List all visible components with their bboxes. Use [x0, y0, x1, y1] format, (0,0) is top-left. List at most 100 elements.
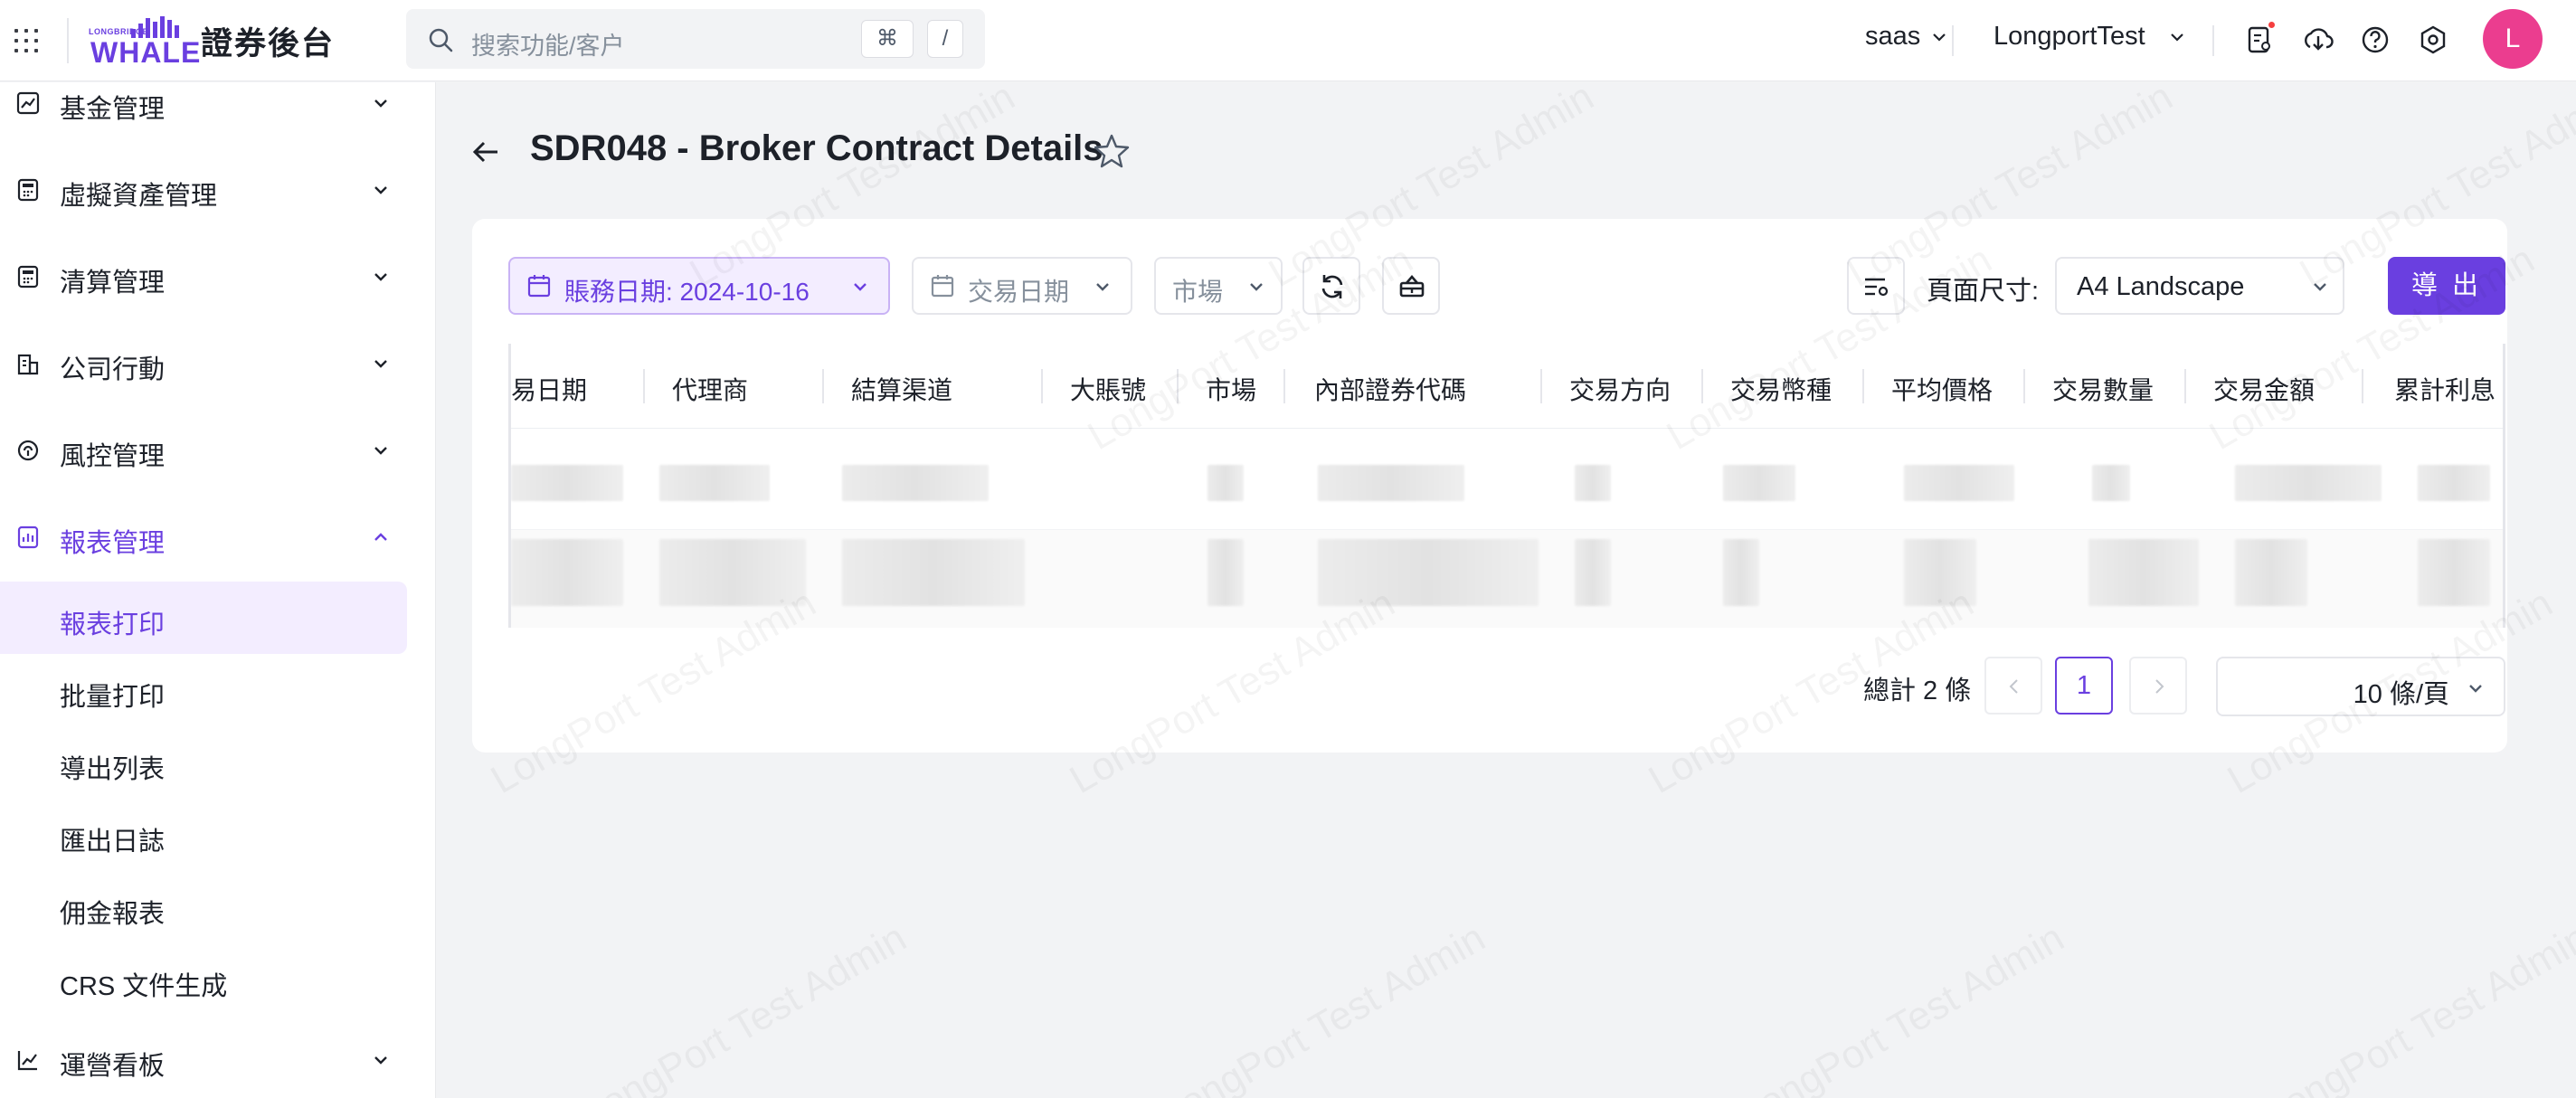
col-settlement-channel[interactable]: 結算渠道	[851, 371, 952, 407]
sidebar-item-operations-dashboard[interactable]: 運營看板	[0, 1027, 436, 1090]
chevron-left-icon	[2009, 679, 2018, 694]
sidebar-item-label: 報表管理	[60, 529, 166, 558]
col-divider	[2023, 369, 2025, 403]
sidebar-item-label: 清算管理	[60, 269, 166, 298]
chevron-down-icon	[2170, 33, 2183, 42]
sidebar-subitem-label: 報表打印	[60, 611, 166, 639]
back-arrow-icon[interactable]	[470, 136, 503, 168]
redacted-cell	[2092, 465, 2130, 501]
page-size-selector[interactable]: 10 條/頁	[2216, 657, 2505, 716]
redacted-cell	[1575, 539, 1611, 606]
redacted-cell	[511, 465, 623, 501]
redacted-cell	[842, 539, 1025, 606]
account-label: LongportTest	[1994, 22, 2145, 51]
sidebar-subitem-batch-print[interactable]: 批量打印	[0, 654, 407, 726]
market-filter[interactable]: 市場	[1154, 257, 1283, 315]
sidebar-subitem-label: 佣金報表	[60, 900, 166, 929]
col-trade-direction[interactable]: 交易方向	[1569, 371, 1671, 407]
col-average-price[interactable]: 平均價格	[1891, 371, 1993, 407]
sidebar-subitem-report-print[interactable]: 報表打印	[0, 582, 407, 654]
chevron-down-icon	[374, 99, 387, 108]
watermark: LongPort Test Admin	[574, 915, 914, 1098]
table-row[interactable]	[511, 530, 2503, 628]
page-title: SDR048 - Broker Contract Details	[530, 128, 1103, 168]
calculator-icon	[17, 265, 39, 289]
sidebar-item-clearing[interactable]: 清算管理	[0, 243, 436, 307]
sidebar-subitem-label: 批量打印	[60, 683, 166, 712]
download-icon[interactable]	[2302, 24, 2334, 56]
building-icon	[17, 354, 39, 375]
trade-date-filter[interactable]: 交易日期	[912, 257, 1132, 315]
sidebar-item-reports[interactable]: 報表管理	[0, 504, 436, 567]
logo-small-text: LONGBRIDGE	[89, 27, 149, 36]
sidebar-subitem-crs[interactable]: CRS 文件生成	[0, 943, 407, 1016]
refresh-button[interactable]	[1302, 257, 1360, 315]
refresh-icon	[1321, 275, 1343, 298]
sidebar-subitem-commission-report[interactable]: 佣金報表	[0, 871, 407, 943]
sidebar-subitem-label: 匯出日誌	[60, 828, 166, 857]
shortcut-slash-key: /	[927, 20, 963, 58]
next-page-button[interactable]	[2129, 657, 2187, 715]
header-separator	[1952, 25, 1954, 56]
chart-icon	[17, 1051, 37, 1071]
table-row[interactable]	[511, 431, 2503, 530]
shortcut-cmd-key: ⌘	[861, 20, 914, 58]
header-separator	[2212, 25, 2214, 56]
sidebar-item-label: 虛擬資產管理	[60, 182, 218, 211]
apps-grid-icon[interactable]	[13, 27, 40, 54]
market-placeholder: 市場	[1172, 278, 1224, 306]
redacted-cell	[511, 539, 623, 606]
help-icon[interactable]	[2359, 24, 2391, 56]
clear-filter-button[interactable]	[1382, 257, 1440, 315]
col-agent[interactable]: 代理商	[672, 371, 748, 407]
calendar-icon	[931, 275, 954, 298]
accounting-date-filter[interactable]: 賬務日期: 2024-10-16	[508, 257, 890, 315]
logo-text: WHALE	[90, 36, 202, 69]
redacted-cell	[1208, 539, 1244, 606]
column-settings-icon	[1865, 278, 1889, 297]
redacted-cell	[659, 539, 806, 606]
redacted-cell	[659, 465, 770, 501]
sidebar: 基金管理 虛擬資產管理 清算管理 公司行動 風控管理 報表管理 報表打印 批量打…	[0, 82, 436, 1098]
col-internal-security-code[interactable]: 內部證券代碼	[1314, 371, 1466, 407]
calculator-icon	[17, 178, 39, 202]
tenant-switcher[interactable]: saas	[1865, 22, 1947, 52]
accounting-date-label: 賬務日期: 2024-10-16	[564, 278, 810, 306]
sidebar-item-corporate-actions[interactable]: 公司行動	[0, 330, 436, 393]
page-number-button[interactable]: 1	[2055, 657, 2113, 715]
page-size-label: 頁面尺寸:	[1927, 277, 2040, 306]
export-button[interactable]: 導 出	[2388, 257, 2505, 315]
col-master-account[interactable]: 大賬號	[1070, 371, 1146, 407]
whale-logo[interactable]: LONGBRIDGE WHALE	[89, 14, 200, 69]
sidebar-subitem-export-list[interactable]: 導出列表	[0, 726, 407, 799]
page-size-selector-value: 10 條/頁	[2353, 680, 2449, 709]
sidebar-item-virtual-assets[interactable]: 虛擬資產管理	[0, 156, 436, 220]
col-divider	[1177, 369, 1179, 403]
sidebar-subitem-export-log[interactable]: 匯出日誌	[0, 799, 407, 871]
page-size-select[interactable]: A4 Landscape	[2055, 257, 2344, 315]
sidebar-item-fund[interactable]: 基金管理	[0, 70, 436, 133]
col-trade-quantity[interactable]: 交易數量	[2052, 371, 2154, 407]
column-settings-button[interactable]	[1847, 257, 1905, 315]
redacted-cell	[2418, 539, 2490, 606]
user-avatar[interactable]: L	[2483, 9, 2543, 69]
col-trade-date[interactable]: 易日期	[511, 371, 587, 407]
col-accrued-interest[interactable]: 累計利息	[2394, 371, 2496, 407]
col-trade-currency[interactable]: 交易幣種	[1730, 371, 1832, 407]
prev-page-button[interactable]	[1984, 657, 2042, 715]
account-switcher[interactable]: LongportTest	[1994, 22, 2185, 52]
tenant-label: saas	[1865, 22, 1921, 51]
col-divider	[1283, 369, 1285, 403]
chevron-down-icon	[1933, 33, 1946, 42]
col-market[interactable]: 市場	[1206, 371, 1256, 407]
search-placeholder: 搜索功能/客户	[471, 33, 625, 60]
favorite-star-icon[interactable]	[1093, 132, 1131, 170]
calendar-icon	[527, 275, 551, 298]
search-bar[interactable]: 搜索功能/客户 ⌘ /	[406, 9, 985, 69]
col-trade-amount[interactable]: 交易金額	[2213, 371, 2315, 407]
chevron-down-icon	[374, 447, 387, 455]
settings-icon[interactable]	[2417, 24, 2449, 56]
sidebar-item-label: 公司行動	[60, 355, 166, 384]
chevron-down-icon	[374, 360, 387, 368]
sidebar-item-risk[interactable]: 風控管理	[0, 417, 436, 480]
